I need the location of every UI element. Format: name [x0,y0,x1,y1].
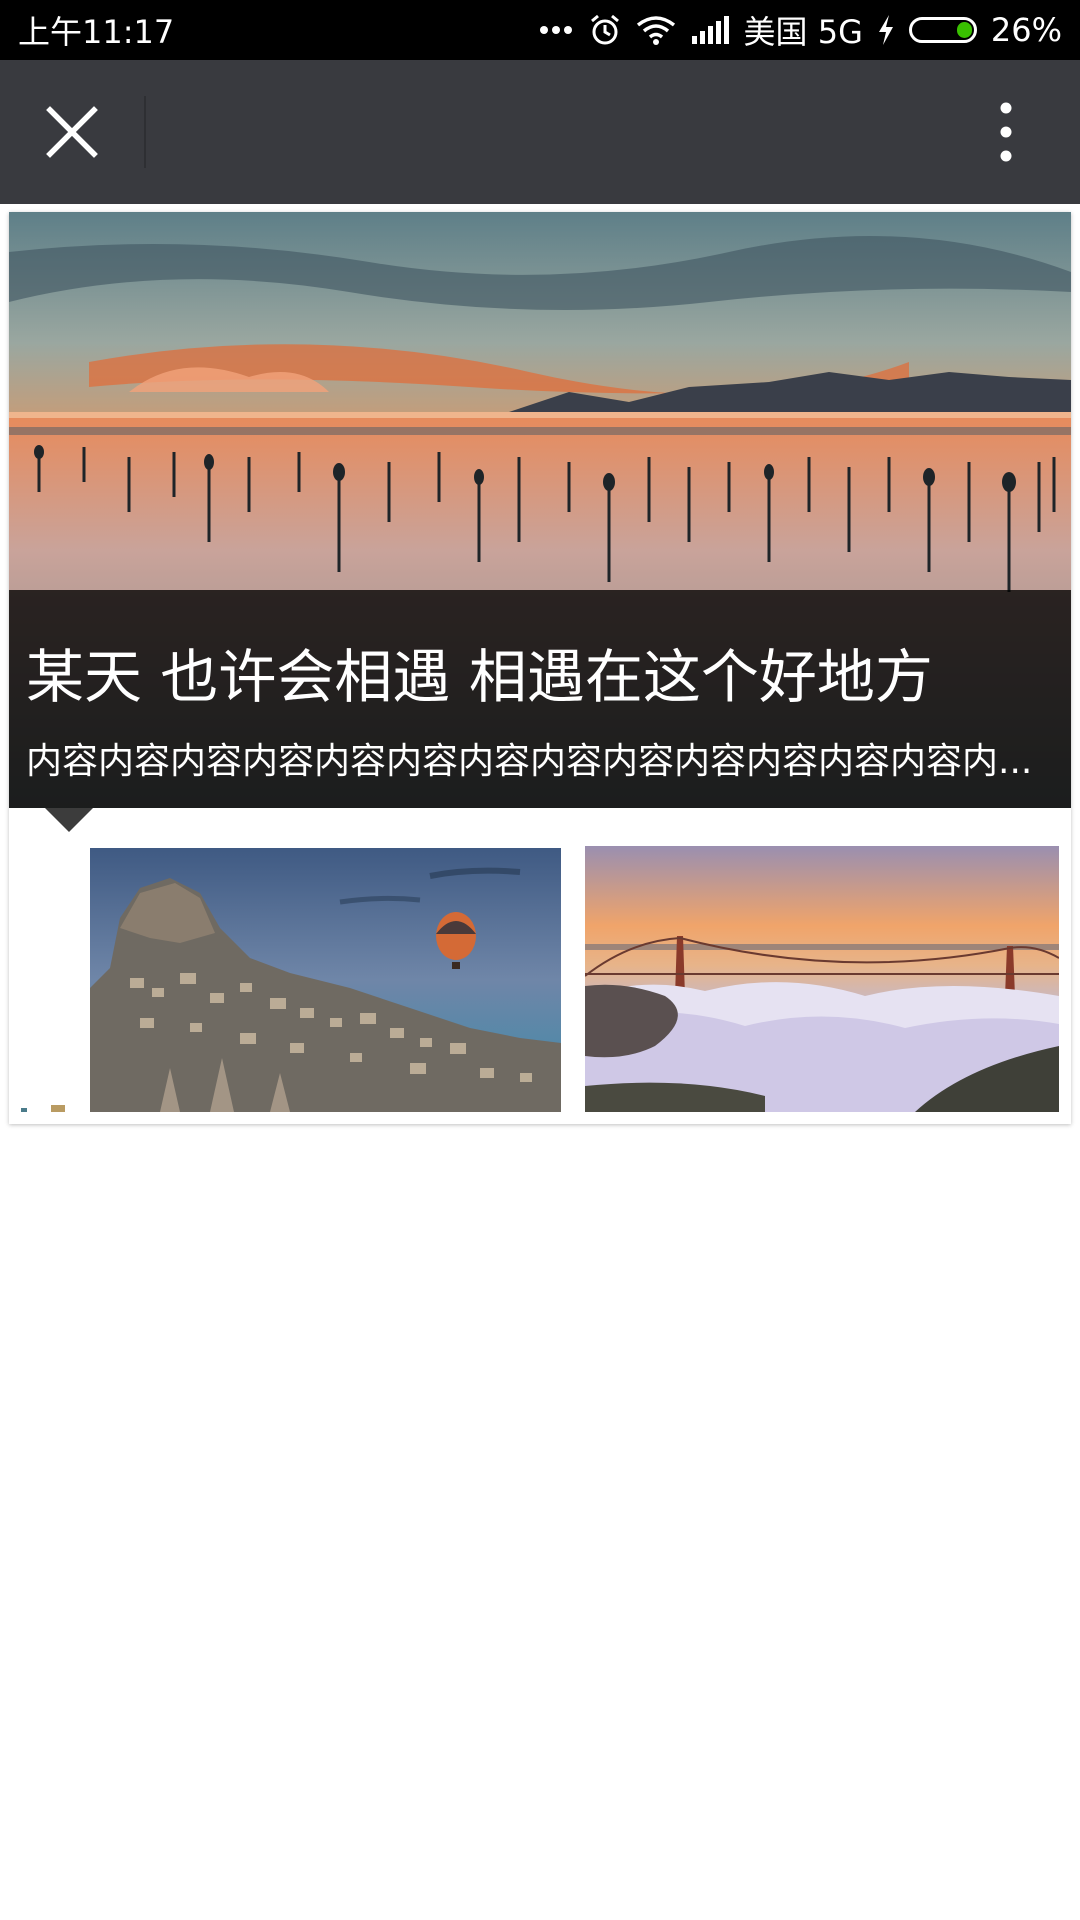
golden-gate-fog-image [585,846,1059,1112]
top-bar [0,60,1080,204]
hero-caption-overlay: 某天 也许会相遇 相遇在这个好地方 内容内容内容内容内容内容内容内容内容内容内容… [9,590,1071,808]
thumbnail-article-2[interactable] [585,846,1059,1112]
hero-title[interactable]: 某天 也许会相遇 相遇在这个好地方 [26,630,933,714]
battery-icon [908,17,977,43]
article-card[interactable]: 某天 也许会相遇 相遇在这个好地方 内容内容内容内容内容内容内容内容内容内容内容… [9,212,1071,1124]
signal-icon [690,16,730,44]
top-bar-divider [144,96,146,168]
battery-level-fill [956,22,972,38]
thumbnail-article-1[interactable] [90,848,561,1112]
more-dots-icon [538,24,574,36]
mini-thumbnail-marker [21,1108,27,1112]
status-bar: 上午11:17 美国 5G 26% [0,0,1080,60]
close-icon [46,106,98,158]
hero-description: 内容内容内容内容内容内容内容内容内容内容内容内容内容内... [26,741,1033,782]
cappadocia-balloon-image [90,848,561,1112]
carrier-label: 美国 5G [743,13,863,51]
battery-percent: 26% [990,11,1062,49]
mini-thumbnail-marker [51,1105,65,1112]
hero-article[interactable]: 某天 也许会相遇 相遇在这个好地方 内容内容内容内容内容内容内容内容内容内容内容… [9,212,1071,808]
more-vertical-icon [1000,102,1012,162]
more-options-button[interactable] [956,82,1056,182]
selected-indicator [45,808,93,832]
charging-icon [877,15,895,45]
wifi-icon [636,15,676,45]
status-time: 上午11:17 [18,13,175,51]
alarm-icon [588,13,622,47]
close-button[interactable] [22,82,122,182]
